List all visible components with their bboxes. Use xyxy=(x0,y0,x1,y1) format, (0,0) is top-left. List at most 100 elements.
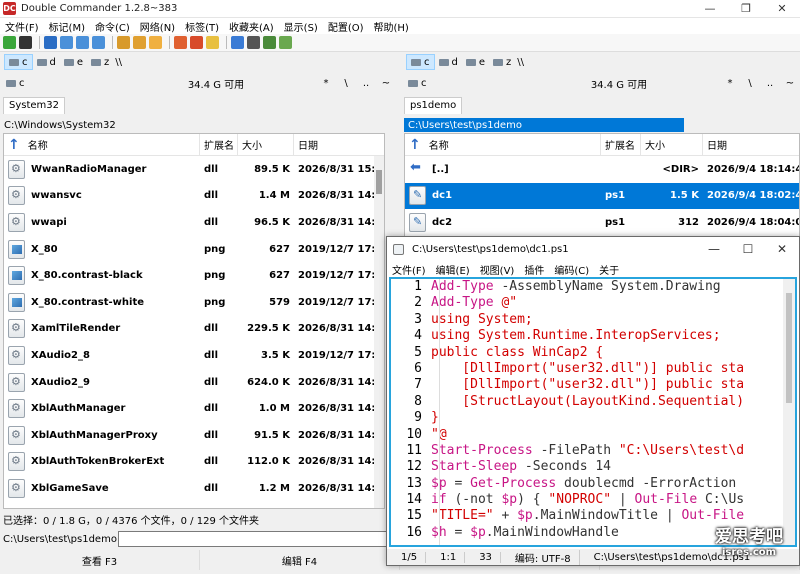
col-size[interactable]: 大小 xyxy=(238,134,294,155)
drive-label[interactable]: c xyxy=(421,78,427,89)
nav-button[interactable]: \ xyxy=(740,78,760,89)
fkey-button[interactable]: 编辑 F4 xyxy=(200,550,400,570)
toolbar-button-icon[interactable] xyxy=(247,36,260,49)
table-row[interactable]: XAudio2_9 dll 624.0 K 2026/8/31 14:59 xyxy=(4,369,384,396)
viewer-menu-item[interactable]: 插件 xyxy=(519,262,549,277)
file-list-left[interactable]: ↑ 名称 扩展名 大小 日期 WwanRadioManager dll 89.5 K 2… xyxy=(3,133,385,509)
col-name[interactable]: 名称 xyxy=(28,137,48,152)
col-ext[interactable]: 扩展名 xyxy=(601,134,641,155)
drive-button-z[interactable]: z xyxy=(87,54,113,70)
table-row[interactable]: XblGameSave dll 1.2 M 2026/8/31 14:59 xyxy=(4,475,384,502)
close-button[interactable]: ✕ xyxy=(764,0,800,17)
drive-button-e[interactable]: e xyxy=(462,54,489,70)
path-bar-right[interactable]: C:\Users\test\ps1demo xyxy=(404,118,684,132)
table-row[interactable]: dc1 ps1 1.5 K 2026/9/4 18:02:4 xyxy=(405,182,799,210)
menu-item[interactable]: 文件(F) xyxy=(0,19,44,34)
menu-item[interactable]: 标记(M) xyxy=(44,19,90,34)
toolbar-button-icon[interactable] xyxy=(92,36,105,49)
menu-item[interactable]: 显示(S) xyxy=(279,19,323,34)
code-text: Start-Process -FilePath "C:\Users\test\d xyxy=(431,443,744,459)
drive-label[interactable]: c xyxy=(19,78,25,89)
table-row[interactable]: XblAuthManagerProxy dll 91.5 K 2026/8/31 14… xyxy=(4,422,384,449)
nav-button[interactable]: * xyxy=(316,78,336,89)
toolbar-button-icon[interactable] xyxy=(76,36,89,49)
code-token: = xyxy=(446,475,471,491)
table-row[interactable]: dc2 ps1 312 2026/9/4 18:04:0 xyxy=(405,209,799,236)
col-size[interactable]: 大小 xyxy=(641,134,703,155)
viewer-menu-item[interactable]: 编辑(E) xyxy=(431,262,475,277)
viewer-close-button[interactable]: ✕ xyxy=(765,237,799,261)
scrollbar[interactable] xyxy=(374,156,384,508)
col-date[interactable]: 日期 xyxy=(294,134,384,155)
toolbar-button-icon[interactable] xyxy=(263,36,276,49)
code-token: | xyxy=(611,492,635,508)
nav-button[interactable]: \ xyxy=(336,78,356,89)
viewer-menu-item[interactable]: 文件(F) xyxy=(387,262,431,277)
nav-button[interactable]: * xyxy=(720,78,740,89)
network-button[interactable]: \\ xyxy=(115,57,122,68)
fkey-button[interactable]: 查看 F3 xyxy=(0,550,200,570)
toolbar-button-icon[interactable] xyxy=(60,36,73,49)
minimize-button[interactable]: — xyxy=(692,0,728,17)
nav-button[interactable]: .. xyxy=(356,78,376,89)
drive-button-d[interactable]: d xyxy=(435,54,462,70)
code-view[interactable]: 1 Add-Type -AssemblyName System.Drawing 2 A… xyxy=(389,277,797,547)
file-list-right[interactable]: ↑ 名称 扩展名 大小 日期 [..] <DIR> 2026/9/4 18:14:4 d… xyxy=(404,133,800,243)
tab-system32[interactable]: System32 xyxy=(3,97,66,114)
network-button[interactable]: \\ xyxy=(517,57,524,68)
toolbar-button-icon[interactable] xyxy=(190,36,203,49)
toolbar-button-icon[interactable] xyxy=(206,36,219,49)
drive-button-z[interactable]: z xyxy=(489,54,515,70)
nav-button[interactable]: ~ xyxy=(376,78,396,89)
drive-button-c[interactable]: c xyxy=(406,54,435,70)
table-row[interactable]: X_80.contrast-white png 579 2019/12/7 17:08 xyxy=(4,289,384,316)
table-row[interactable]: wwapi dll 96.5 K 2026/8/31 14:59 xyxy=(4,209,384,236)
code-line: 5 public class WinCap2 { xyxy=(391,345,795,361)
toolbar-button-icon[interactable] xyxy=(133,36,146,49)
toolbar-button-icon[interactable] xyxy=(19,36,32,49)
toolbar-button-icon[interactable] xyxy=(149,36,162,49)
col-name[interactable]: 名称 xyxy=(429,137,449,152)
drive-button-e[interactable]: e xyxy=(60,54,87,70)
path-bar-left[interactable]: C:\Windows\System32 xyxy=(0,118,386,132)
nav-button[interactable]: .. xyxy=(760,78,780,89)
toolbar-button-icon[interactable] xyxy=(174,36,187,49)
viewer-menu-item[interactable]: 编码(C) xyxy=(549,262,594,277)
menu-item[interactable]: 帮助(H) xyxy=(369,19,414,34)
table-row[interactable]: XamlTileRender dll 229.5 K 2026/8/31 14:59 xyxy=(4,316,384,343)
toolbar-button-icon[interactable] xyxy=(3,36,16,49)
sort-up-icon[interactable]: ↑ xyxy=(8,137,20,153)
toolbar-button-icon[interactable] xyxy=(231,36,244,49)
code-scrollbar[interactable] xyxy=(783,279,795,545)
watermark: 爱思考吧 isres.com xyxy=(715,527,783,558)
table-row[interactable]: XblAuthTokenBrokerExt dll 112.0 K 2026/8/31… xyxy=(4,449,384,476)
toolbar-button-icon[interactable] xyxy=(117,36,130,49)
table-row[interactable]: X_80.contrast-black png 627 2019/12/7 17:08 xyxy=(4,262,384,289)
sort-up-icon[interactable]: ↑ xyxy=(409,137,421,153)
table-row[interactable]: XAudio2_8 dll 3.5 K 2019/12/7 17:08 xyxy=(4,342,384,369)
table-row[interactable]: WwanRadioManager dll 89.5 K 2026/8/31 15:02 xyxy=(4,156,384,183)
menu-item[interactable]: 配置(O) xyxy=(323,19,369,34)
col-ext[interactable]: 扩展名 xyxy=(200,134,238,155)
viewer-menu-item[interactable]: 视图(V) xyxy=(475,262,520,277)
viewer-menu-item[interactable]: 关于 xyxy=(594,262,624,277)
code-token: using System; xyxy=(431,311,533,327)
menu-item[interactable]: 命令(C) xyxy=(90,19,135,34)
toolbar-button-icon[interactable] xyxy=(44,36,57,49)
viewer-maximize-button[interactable]: ☐ xyxy=(731,237,765,261)
tab-ps1demo[interactable]: ps1demo xyxy=(404,97,463,114)
maximize-button[interactable]: ❐ xyxy=(728,0,764,17)
col-date[interactable]: 日期 xyxy=(703,134,799,155)
menu-item[interactable]: 标签(T) xyxy=(180,19,224,34)
menu-item[interactable]: 收藏夹(A) xyxy=(224,19,279,34)
toolbar-button-icon[interactable] xyxy=(279,36,292,49)
drive-button-c[interactable]: c xyxy=(4,54,33,70)
table-row[interactable]: XblAuthManager dll 1.0 M 2026/8/31 14:59 xyxy=(4,395,384,422)
table-row[interactable]: [..] <DIR> 2026/9/4 18:14:4 xyxy=(405,156,799,183)
table-row[interactable]: wwansvc dll 1.4 M 2026/8/31 14:59 xyxy=(4,183,384,210)
table-row[interactable]: X_80 png 627 2019/12/7 17:08 xyxy=(4,236,384,263)
drive-button-d[interactable]: d xyxy=(33,54,60,70)
menu-item[interactable]: 网络(N) xyxy=(135,19,180,34)
nav-button[interactable]: ~ xyxy=(780,78,800,89)
viewer-minimize-button[interactable]: — xyxy=(697,237,731,261)
